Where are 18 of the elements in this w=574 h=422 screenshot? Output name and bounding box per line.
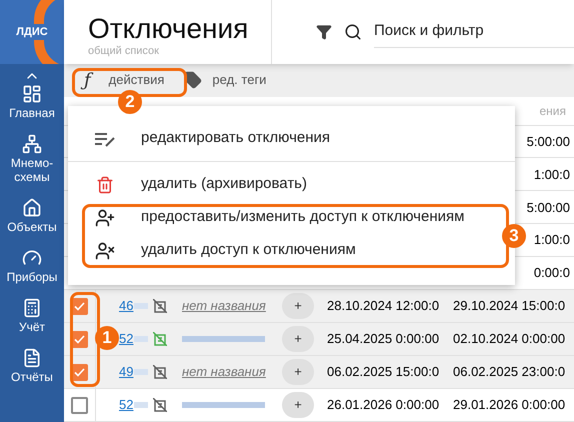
table-cell-text: 28.10.2024 12:00:0 [327, 297, 440, 316]
logo-text: ЛДИС [14, 24, 50, 40]
table-cell-text: 06.02.2025 23:00:0 [453, 363, 566, 382]
callout-badge: 3 [502, 224, 526, 248]
table-cell-text: 25.04.2025 0:00:00 [327, 330, 440, 348]
page-subtitle: общий список [88, 44, 160, 58]
table-cell-text: 1:00:0 [534, 231, 570, 250]
table-cell-text: 29.01.2026 0:00:00 [453, 396, 566, 414]
table-cell-text: 0:00:0 [534, 264, 570, 282]
table-cell-text: 06.02.2025 15:00:0 [327, 363, 440, 382]
column-header: ения [539, 102, 566, 120]
table-cell-text: 1:00:0 [534, 166, 570, 184]
page-title: Отключения [88, 14, 250, 44]
table-cell-text: 5:00:00 [526, 198, 570, 217]
table-cell-text: 02.10.2024 0:00:00 [453, 330, 566, 348]
table-cell-text: 29.10.2024 15:00:0 [453, 297, 566, 316]
table-cell-text: 5:00:00 [526, 132, 570, 151]
table-cell-text: 26.01.2026 0:00:00 [327, 396, 440, 414]
